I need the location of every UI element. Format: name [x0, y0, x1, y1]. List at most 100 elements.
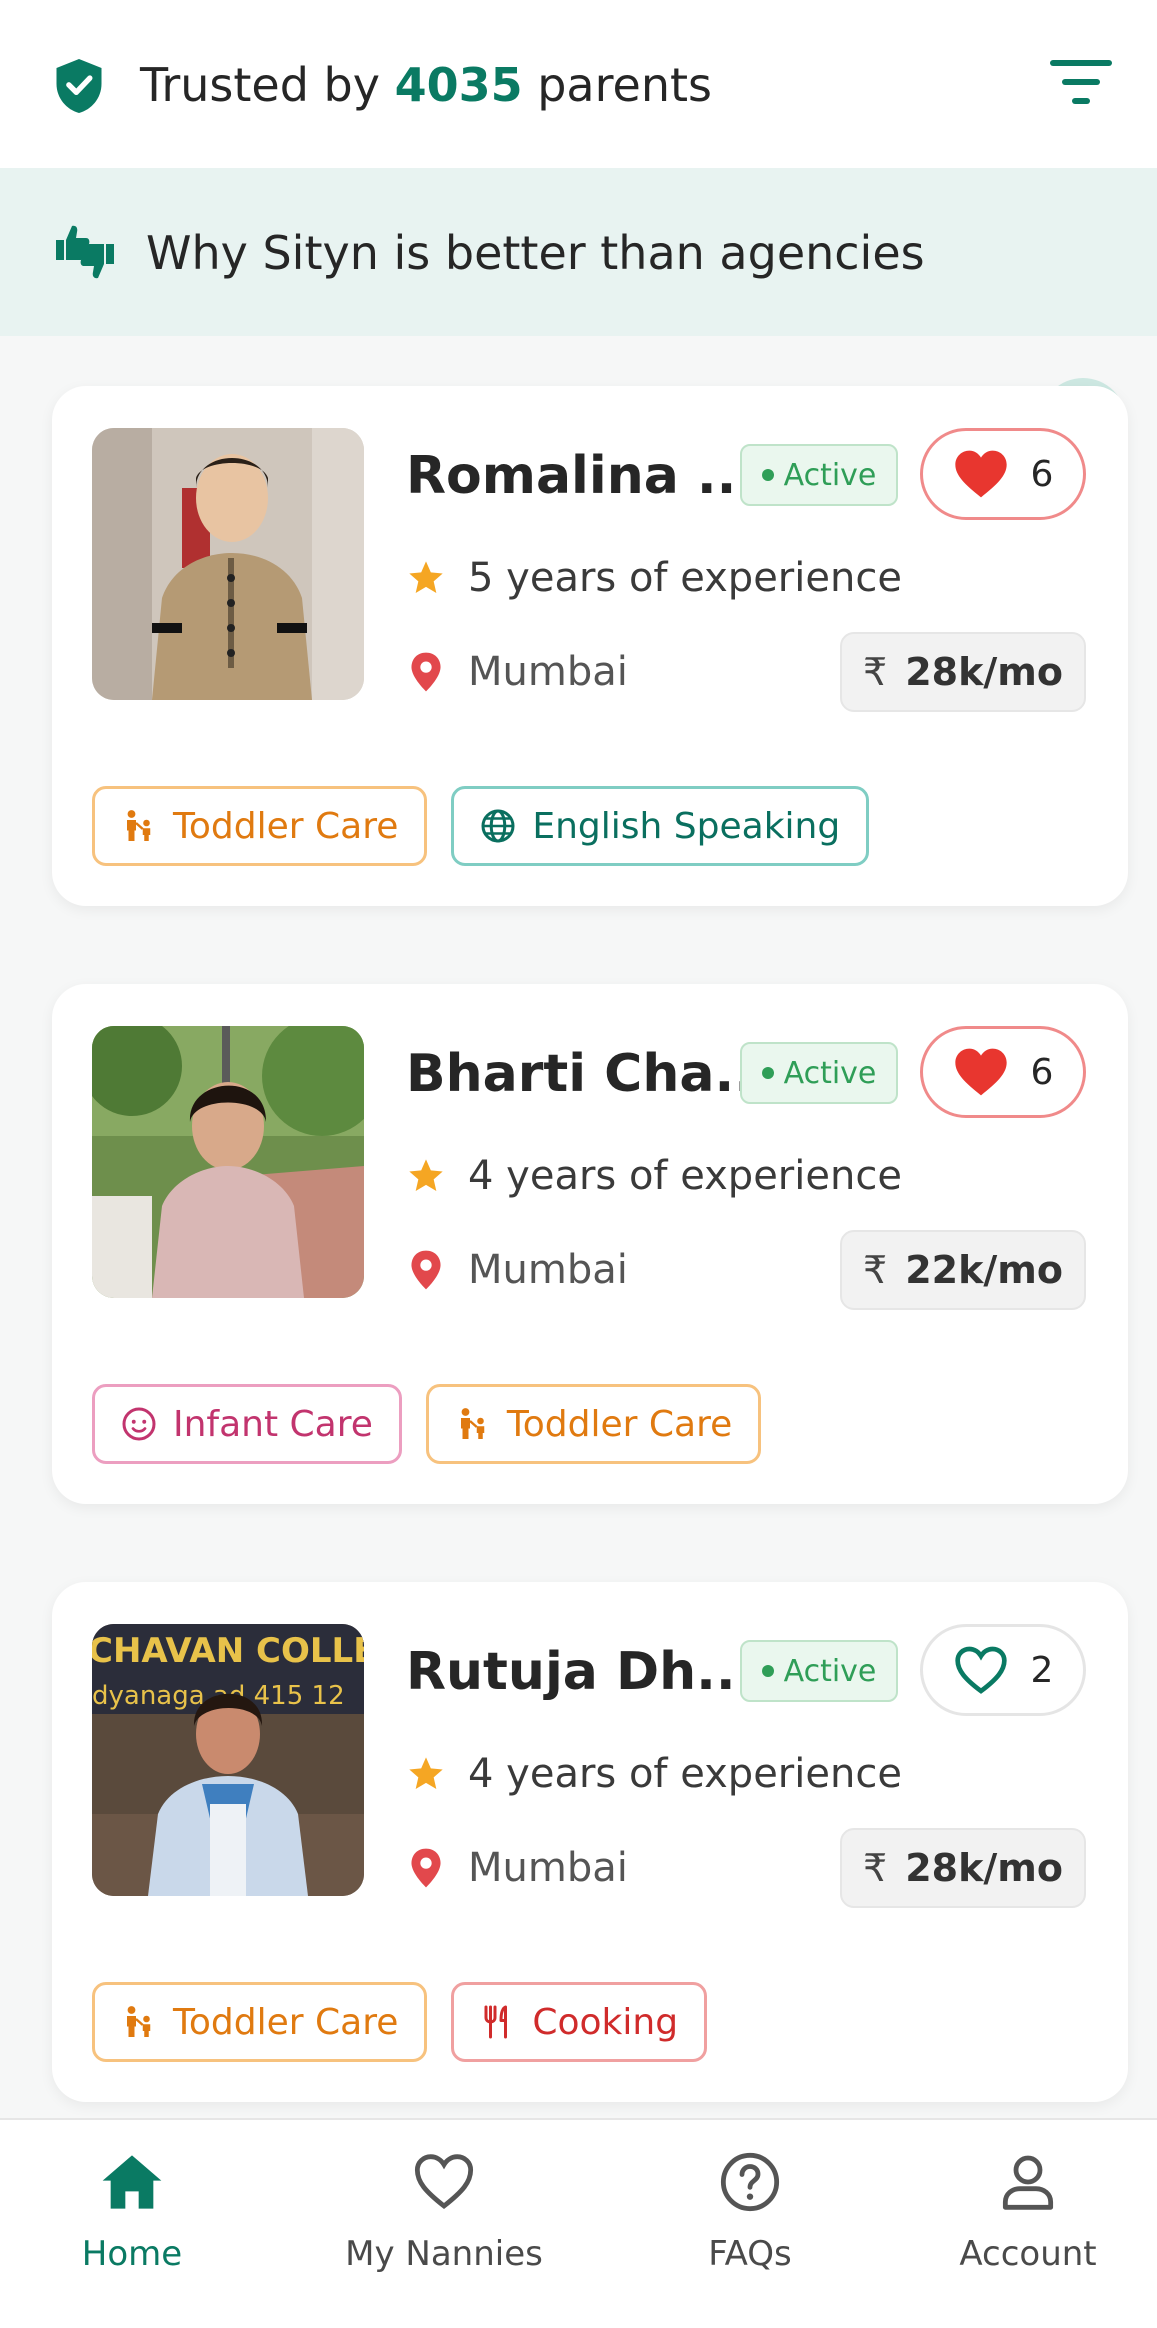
rupee-icon: ₹ — [863, 650, 888, 694]
nav-faqs-label: FAQs — [708, 2234, 792, 2274]
tag-label: Infant Care — [173, 1403, 373, 1445]
heart-filled-icon — [954, 1048, 1007, 1096]
location-pin-icon — [411, 1848, 441, 1888]
nanny-name: Rutuja Dh... — [406, 1642, 756, 1702]
baby-face-icon — [122, 1407, 156, 1441]
why-sityn-banner[interactable]: Why Sityn is better than agencies — [0, 168, 1157, 464]
price-badge: ₹ 28k/mo — [840, 1828, 1086, 1908]
rupee-icon: ₹ — [863, 1248, 888, 1292]
status-badge: Active — [740, 444, 898, 506]
location-row: Mumbai — [406, 1240, 628, 1300]
location-text: Mumbai — [468, 649, 628, 695]
nanny-photo — [92, 428, 364, 700]
home-icon — [102, 2155, 162, 2209]
nav-my-nannies[interactable]: My Nannies — [324, 2150, 564, 2300]
star-icon — [409, 1159, 443, 1191]
experience-row: 4 years of experience — [406, 1146, 902, 1206]
skill-tags: Infant Care Toddler Care — [92, 1384, 762, 1464]
skill-tags: Toddler Care English Speaking — [92, 786, 870, 866]
heart-outline-icon — [954, 1646, 1007, 1694]
nav-account[interactable]: Account — [908, 2150, 1148, 2300]
status-dot — [761, 1665, 774, 1677]
tag-label: Cooking — [532, 2001, 679, 2043]
trust-prefix: Trusted by — [140, 58, 380, 112]
skill-tags: Toddler Care Cooking — [92, 1982, 708, 2062]
nanny-card[interactable]: CHAVAN COLLE dyanaga ad 415 12 Rutuja Dh… — [52, 1582, 1128, 2102]
user-icon — [1002, 2155, 1054, 2210]
nanny-list: Romalina ... Active 6 5 years of experie… — [0, 336, 1157, 2120]
location-pin-icon — [411, 1250, 441, 1290]
photo-sign-line1: CHAVAN COLLE — [92, 1631, 364, 1671]
toddler-icon — [460, 1408, 485, 1439]
experience-row: 5 years of experience — [406, 548, 902, 608]
bottom-nav: Home My Nannies FAQs Account — [0, 2118, 1157, 2328]
nanny-name: Romalina ... — [406, 446, 757, 506]
like-button[interactable]: 6 — [920, 1026, 1086, 1118]
trust-count: 4035 — [394, 58, 523, 112]
like-count: 6 — [1030, 453, 1054, 495]
tag-label: Toddler Care — [173, 2001, 399, 2043]
trust-suffix: parents — [537, 58, 712, 112]
tag-label: Toddler Care — [173, 805, 399, 847]
tag-english-speaking[interactable]: English Speaking — [451, 786, 870, 866]
tag-label: Toddler Care — [506, 1403, 733, 1445]
filter-icon[interactable] — [1050, 58, 1112, 106]
utensils-icon — [484, 2005, 508, 2039]
status-text: Active — [783, 457, 877, 493]
experience-text: 5 years of experience — [468, 555, 902, 601]
status-dot — [761, 1067, 774, 1079]
like-button[interactable]: 2 — [920, 1624, 1086, 1716]
location-pin-icon — [411, 652, 441, 692]
rupee-icon: ₹ — [863, 1846, 888, 1890]
thumbs-icon — [56, 225, 114, 279]
heart-outline-icon — [414, 2154, 474, 2210]
price-text: 28k/mo — [905, 1846, 1063, 1890]
star-icon — [409, 1757, 443, 1789]
location-row: Mumbai — [406, 642, 628, 702]
banner-text: Why Sityn is better than agencies — [146, 226, 925, 280]
nav-account-label: Account — [959, 2234, 1097, 2274]
like-count: 6 — [1030, 1051, 1054, 1093]
shield-check-icon — [56, 59, 102, 113]
nanny-card[interactable]: Romalina ... Active 6 5 years of experie… — [52, 386, 1128, 906]
star-icon — [409, 561, 443, 593]
tag-toddler-care[interactable]: Toddler Care — [425, 1384, 762, 1464]
like-button[interactable]: 6 — [920, 428, 1086, 520]
location-text: Mumbai — [468, 1247, 628, 1293]
status-badge: Active — [740, 1042, 898, 1104]
status-dot — [761, 469, 774, 481]
price-text: 28k/mo — [905, 650, 1063, 694]
nanny-name: Bharti Cha... — [406, 1044, 774, 1104]
tag-label: English Speaking — [532, 805, 841, 847]
price-text: 22k/mo — [905, 1248, 1063, 1292]
status-text: Active — [783, 1055, 877, 1091]
tag-toddler-care[interactable]: Toddler Care — [92, 786, 428, 866]
experience-text: 4 years of experience — [468, 1153, 902, 1199]
toddler-icon — [127, 2006, 151, 2037]
globe-icon — [481, 809, 515, 843]
experience-row: 4 years of experience — [406, 1744, 902, 1804]
experience-text: 4 years of experience — [468, 1751, 902, 1797]
location-row: Mumbai — [406, 1838, 628, 1898]
toddler-icon — [127, 810, 151, 841]
nanny-photo — [92, 1026, 364, 1298]
tag-cooking[interactable]: Cooking — [451, 1982, 708, 2062]
top-bar: Trusted by 4035 parents — [0, 0, 1157, 168]
nanny-card[interactable]: Bharti Cha... Active 6 4 years of experi… — [52, 984, 1128, 1504]
like-count: 2 — [1030, 1649, 1054, 1691]
tag-infant-care[interactable]: Infant Care — [92, 1384, 402, 1464]
tag-toddler-care[interactable]: Toddler Care — [92, 1982, 428, 2062]
status-badge: Active — [740, 1640, 898, 1702]
price-badge: ₹ 28k/mo — [840, 632, 1086, 712]
heart-filled-icon — [954, 450, 1007, 498]
nav-home-label: Home — [81, 2234, 183, 2274]
trust-text: Trusted by 4035 parents — [140, 58, 712, 112]
price-badge: ₹ 22k/mo — [840, 1230, 1086, 1310]
nanny-photo: CHAVAN COLLE dyanaga ad 415 12 — [92, 1624, 364, 1896]
nav-home[interactable]: Home — [12, 2150, 252, 2300]
question-circle-icon — [720, 2152, 780, 2212]
nav-faqs[interactable]: FAQs — [630, 2150, 870, 2300]
status-text: Active — [783, 1653, 877, 1689]
location-text: Mumbai — [468, 1845, 628, 1891]
nav-my-nannies-label: My Nannies — [345, 2234, 543, 2274]
